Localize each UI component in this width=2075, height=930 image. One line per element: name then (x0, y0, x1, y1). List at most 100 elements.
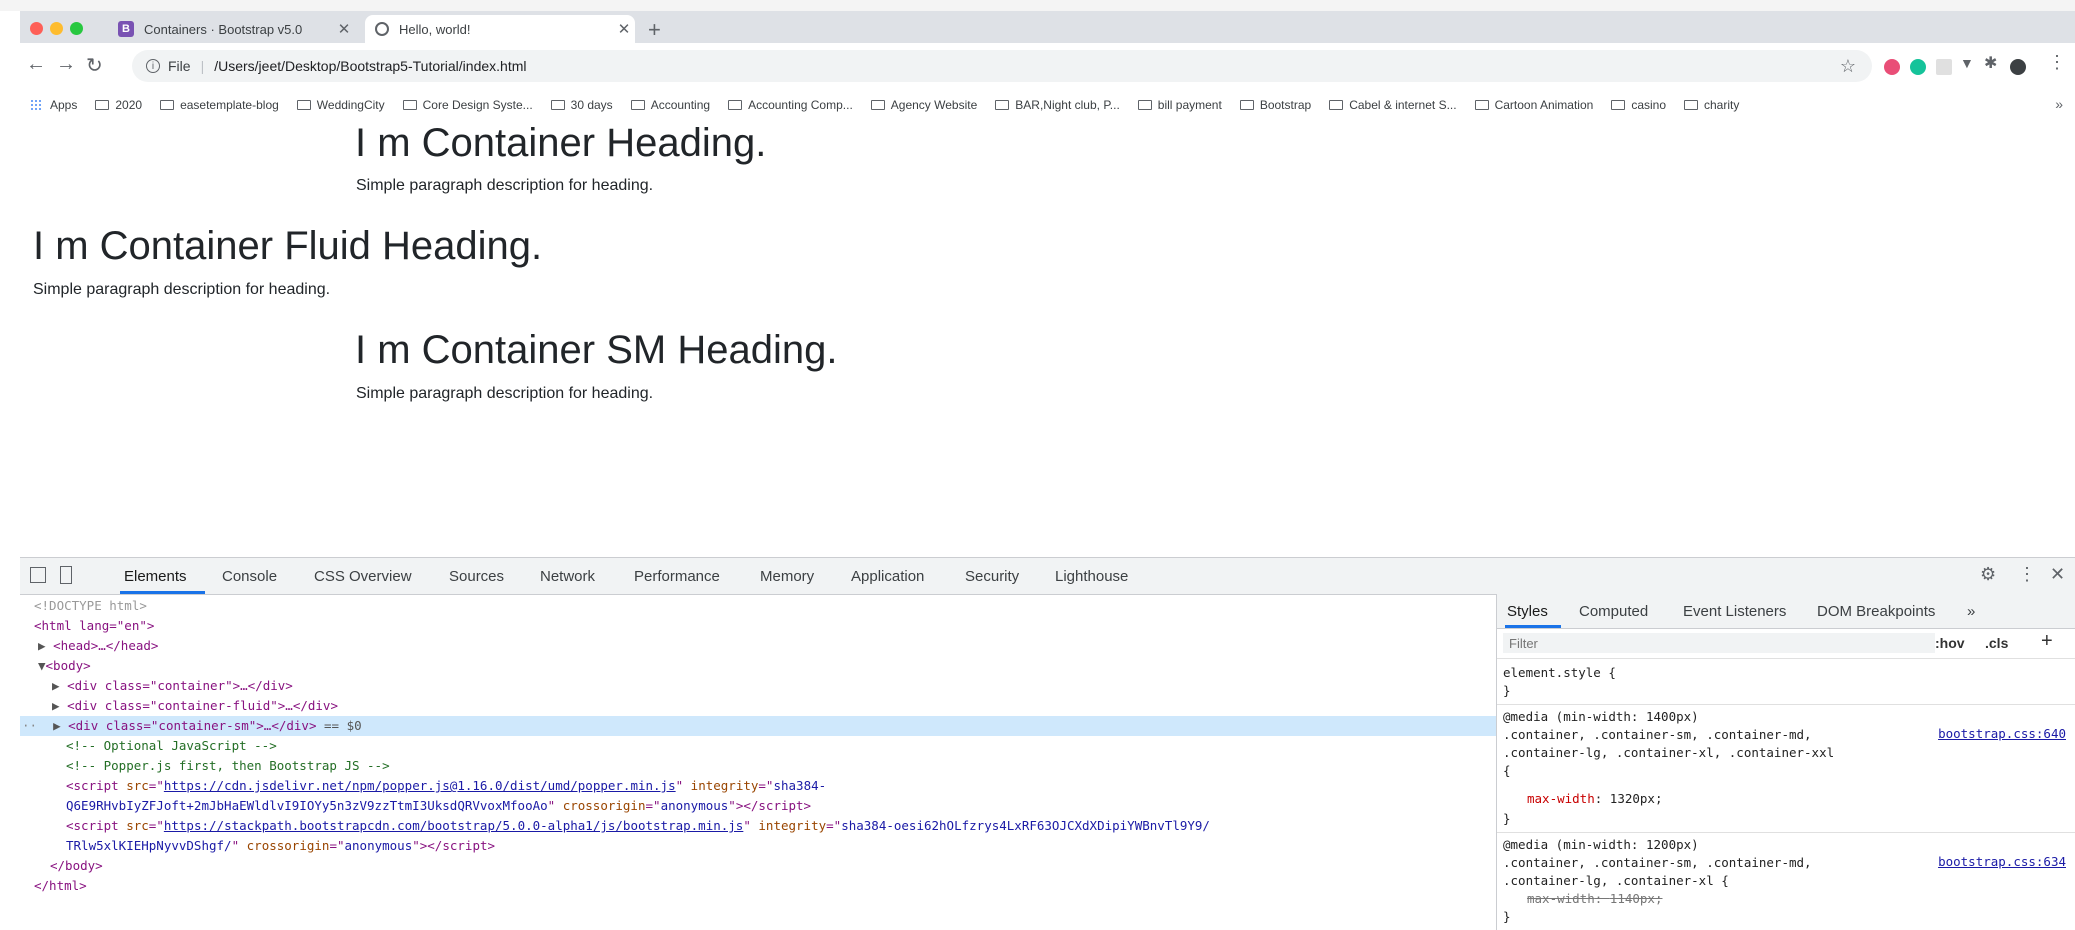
device-toolbar-icon[interactable] (60, 566, 72, 584)
bookmark-folder[interactable]: Accounting Comp... (728, 98, 853, 112)
collapse-triangle-icon[interactable]: ▼ (38, 658, 46, 673)
reload-icon[interactable]: ↻ (86, 53, 103, 78)
css-property[interactable]: max-width (1527, 791, 1595, 806)
bookmark-folder[interactable]: Bootstrap (1239, 98, 1311, 112)
tab-containers-bootstrap[interactable]: B Containers · Bootstrap v5.0 ✕ (110, 15, 355, 43)
info-icon[interactable]: i (146, 59, 160, 73)
inspect-element-icon[interactable] (30, 567, 46, 583)
script-node[interactable]: <script src="https://stackpath.bootstrap… (66, 816, 1210, 836)
script-src-link[interactable]: https://stackpath.bootstrapcdn.com/boots… (164, 818, 743, 833)
tab-sources[interactable]: Sources (449, 568, 504, 585)
css-declaration[interactable]: max-width: 1320px; (1527, 790, 1662, 808)
bookmark-folder[interactable]: casino (1611, 98, 1666, 112)
bookmark-apps[interactable]: Apps (20, 98, 77, 112)
minimize-window-button[interactable] (50, 22, 63, 35)
stylesheet-source-link[interactable]: bootstrap.css:640 (1938, 726, 2066, 741)
back-arrow-icon[interactable]: ← (26, 53, 46, 76)
tab-styles[interactable]: Styles (1507, 603, 1548, 620)
bookmarks-bar: Apps 2020 easetemplate-blog WeddingCity … (20, 89, 2075, 122)
scheme-label: File (168, 58, 191, 74)
bookmark-folder[interactable]: WeddingCity (296, 98, 385, 112)
profile-avatar-icon[interactable] (2010, 59, 2026, 75)
tab-lighthouse[interactable]: Lighthouse (1055, 568, 1128, 585)
bookmark-folder[interactable]: charity (1684, 98, 1739, 112)
div-container-fluid-node[interactable]: ▶ <div class="container-fluid">…</div> (52, 696, 338, 716)
comment-node[interactable]: <!-- Popper.js first, then Bootstrap JS … (66, 756, 390, 776)
rule-selector[interactable]: .container, .container-sm, .container-md… (1503, 726, 1812, 744)
rule-selector[interactable]: .container-lg, .container-xl, .container… (1503, 744, 1834, 762)
div-container-node[interactable]: ▶ <div class="container">…</div> (52, 676, 293, 696)
tab-event-listeners[interactable]: Event Listeners (1683, 603, 1786, 620)
element-style-selector[interactable]: element.style { (1503, 664, 1616, 682)
close-icon[interactable]: ✕ (333, 20, 355, 38)
tab-hello-world[interactable]: Hello, world! ✕ (365, 15, 635, 43)
stylesheet-source-link[interactable]: bootstrap.css:634 (1938, 854, 2066, 869)
new-tab-button[interactable]: + (648, 17, 661, 43)
html-node[interactable]: <html lang="en"> (34, 616, 154, 636)
vpn-icon[interactable]: ▼ (1960, 55, 1974, 71)
menu-kebab-icon[interactable]: ⋮ (2048, 52, 2066, 73)
close-icon[interactable]: ✕ (2050, 564, 2065, 585)
address-bar[interactable]: i File | /Users/jeet/Desktop/Bootstrap5-… (132, 50, 1872, 82)
body-close-node[interactable]: </body> (50, 856, 103, 876)
tab-network[interactable]: Network (540, 568, 595, 585)
styles-filter-input[interactable] (1503, 633, 1935, 653)
bookmark-folder[interactable]: Accounting (630, 98, 710, 112)
bookmark-folder[interactable]: 2020 (95, 98, 142, 112)
tab-console[interactable]: Console (222, 568, 277, 585)
bookmark-folder[interactable]: Agency Website (870, 98, 977, 112)
bookmark-folder[interactable]: Cabel & internet S... (1329, 98, 1457, 112)
css-value[interactable]: 1320px; (1610, 791, 1663, 806)
bookmark-folder[interactable]: Cartoon Animation (1474, 98, 1593, 112)
css-declaration-overridden[interactable]: max-width: 1140px; (1527, 890, 1662, 908)
tab-computed[interactable]: Computed (1579, 603, 1648, 620)
div-container-sm-node-selected[interactable]: ·· ▶ <div class="container-sm">…</div> ==… (20, 716, 1496, 736)
rule-selector[interactable]: .container, .container-sm, .container-md… (1503, 854, 1812, 872)
tab-css-overview[interactable]: CSS Overview (314, 568, 412, 585)
gear-icon[interactable]: ⚙ (1980, 564, 1996, 585)
bookmark-folder[interactable]: easetemplate-blog (160, 98, 279, 112)
bookmark-folder[interactable]: bill payment (1137, 98, 1222, 112)
head-node[interactable]: ▶ <head>…</head> (38, 636, 158, 656)
expand-triangle-icon[interactable]: ▶ (52, 678, 60, 693)
html-close-node[interactable]: </html> (34, 876, 87, 896)
forward-arrow-icon[interactable]: → (56, 53, 76, 76)
hov-toggle[interactable]: :hov (1935, 635, 1965, 651)
css-value[interactable]: 1140px; (1610, 891, 1663, 906)
tab-security[interactable]: Security (965, 568, 1019, 585)
comment-node[interactable]: <!-- Optional JavaScript --> (66, 736, 277, 756)
expand-triangle-icon[interactable]: ▶ (52, 698, 60, 713)
extension-icon[interactable] (1936, 59, 1952, 75)
bookmark-star-icon[interactable]: ☆ (1840, 56, 1856, 77)
tab-dom-breakpoints[interactable]: DOM Breakpoints (1817, 603, 1935, 620)
new-style-rule-button[interactable]: + (2041, 630, 2053, 653)
puzzle-icon[interactable]: ✱ (1984, 53, 1997, 73)
folder-icon (1684, 100, 1698, 110)
expand-triangle-icon[interactable]: ▶ (37, 718, 61, 733)
bookmark-folder[interactable]: Core Design Syste... (402, 98, 533, 112)
script-src-link[interactable]: https://cdn.jsdelivr.net/npm/popper.js@1… (164, 778, 676, 793)
tab-performance[interactable]: Performance (634, 568, 720, 585)
maximize-window-button[interactable] (70, 22, 83, 35)
bookmark-folder[interactable]: BAR,Night club, P... (995, 98, 1120, 112)
tab-application[interactable]: Application (851, 568, 924, 585)
grammarly-icon[interactable] (1910, 59, 1926, 75)
more-tabs-button[interactable]: » (1967, 603, 1975, 620)
bookmarks-overflow-button[interactable]: » (2055, 96, 2063, 112)
tab-elements[interactable]: Elements (124, 568, 187, 585)
more-options-icon[interactable]: ⋮ (2018, 564, 2036, 585)
tab-memory[interactable]: Memory (760, 568, 814, 585)
body-node[interactable]: ▼<body> (38, 656, 91, 676)
doctype-node[interactable]: <!DOCTYPE html> (34, 596, 147, 616)
ellipsis-icon: ·· (22, 718, 38, 733)
expand-triangle-icon[interactable]: ▶ (38, 638, 46, 653)
bookmark-folder[interactable]: 30 days (550, 98, 613, 112)
url-text[interactable]: /Users/jeet/Desktop/Bootstrap5-Tutorial/… (214, 58, 526, 74)
css-property[interactable]: max-width (1527, 891, 1595, 906)
cls-toggle[interactable]: .cls (1985, 635, 2008, 651)
script-node[interactable]: <script src="https://cdn.jsdelivr.net/np… (66, 776, 826, 796)
close-icon[interactable]: ✕ (613, 20, 635, 38)
extension-icon[interactable] (1884, 59, 1900, 75)
close-window-button[interactable] (30, 22, 43, 35)
rule-selector[interactable]: .container-lg, .container-xl { (1503, 872, 1729, 890)
